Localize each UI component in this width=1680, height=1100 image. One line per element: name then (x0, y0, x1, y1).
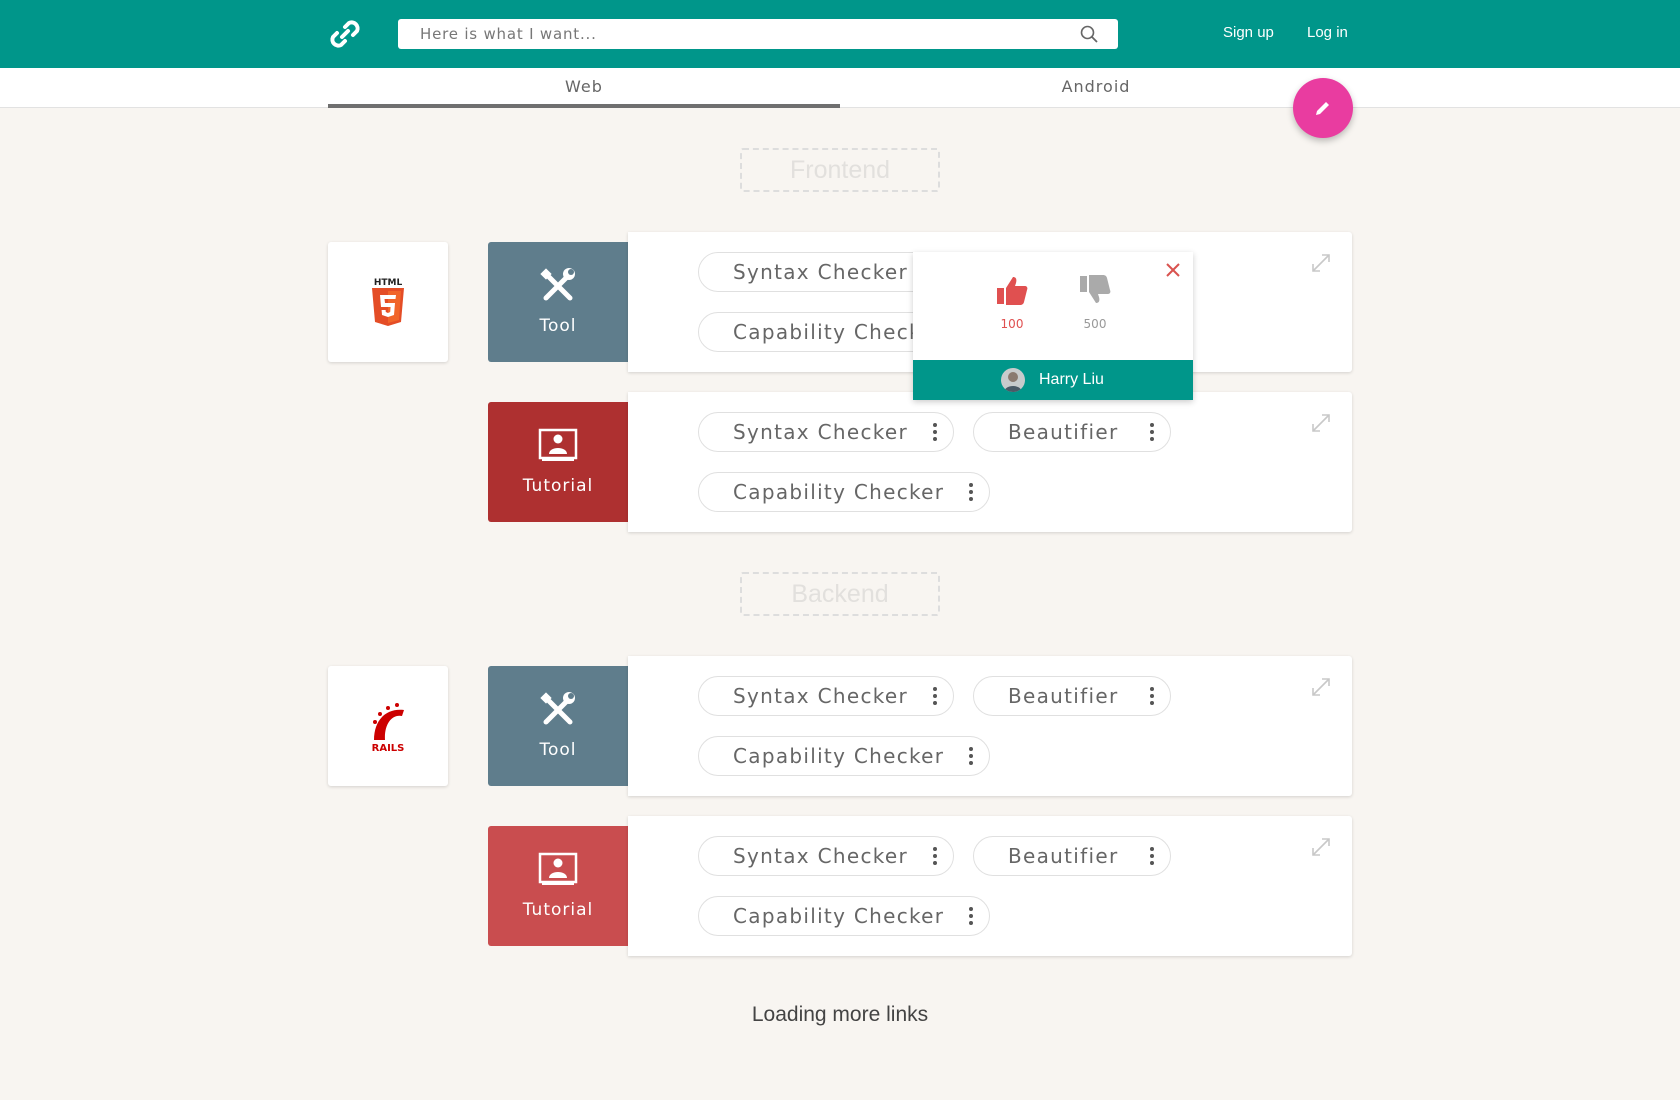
link-chip-syntax-checker[interactable]: Syntax Checker (698, 676, 954, 716)
rails-logo-tile[interactable]: RAILS (328, 666, 448, 786)
tab-android[interactable]: Android (840, 68, 1352, 108)
link-chip-beautifier[interactable]: Beautifier (973, 836, 1171, 876)
avatar (1001, 368, 1025, 392)
type-label: Tool (539, 740, 577, 760)
more-options-icon[interactable] (1150, 847, 1154, 867)
more-options-icon[interactable] (969, 483, 973, 503)
chip-label: Capability Checker (733, 904, 945, 928)
link-card: Syntax Checker Beautifier Capability Che… (628, 656, 1352, 796)
section-title-backend: Backend (740, 572, 940, 616)
link-chip-beautifier[interactable]: Beautifier (973, 412, 1171, 452)
author-bar[interactable]: Harry Liu (913, 360, 1193, 400)
html5-logo-text: HTML (374, 278, 403, 288)
expand-icon[interactable] (1310, 836, 1332, 858)
link-chip-capability-checker[interactable]: Capability Checker (698, 736, 990, 776)
tools-icon (540, 692, 575, 725)
link-logo-icon[interactable] (328, 17, 362, 51)
downvote-count: 500 (1083, 317, 1107, 331)
upvote-button[interactable]: 100 (987, 274, 1037, 331)
chip-label: Beautifier (1008, 844, 1119, 868)
link-chip-syntax-checker[interactable]: Syntax Checker (698, 412, 954, 452)
type-label: Tool (539, 316, 577, 336)
login-link[interactable]: Log in (1307, 24, 1348, 41)
rails-logo-icon: RAILS (372, 703, 405, 754)
category-tabs: Web Android (0, 68, 1680, 108)
tab-web[interactable]: Web (328, 68, 840, 108)
chip-label: Capability Checker (733, 480, 945, 504)
author-name: Harry Liu (1039, 371, 1104, 388)
loading-more-text: Loading more links (751, 1003, 929, 1026)
rails-logo-text: RAILS (372, 743, 405, 754)
type-tutorial-block[interactable]: Tutorial (488, 826, 628, 946)
more-options-icon[interactable] (933, 687, 937, 707)
tutorial-icon (538, 428, 578, 461)
vote-popup: 100 500 Harry Liu (913, 252, 1193, 400)
edit-fab-button[interactable] (1293, 78, 1353, 138)
type-label: Tutorial (522, 900, 594, 920)
link-card: Syntax Checker Beautifier Capability Che… (628, 816, 1352, 956)
chip-label: Syntax Checker (733, 260, 909, 284)
signup-link[interactable]: Sign up (1223, 24, 1274, 41)
html5-logo-icon: HTML (372, 278, 404, 326)
close-icon[interactable] (1165, 262, 1181, 278)
type-tutorial-block[interactable]: Tutorial (488, 402, 628, 522)
type-tool-block[interactable]: Tool (488, 666, 628, 786)
more-options-icon[interactable] (1150, 687, 1154, 707)
more-options-icon[interactable] (969, 907, 973, 927)
downvote-button[interactable]: 500 (1070, 274, 1120, 331)
search-input[interactable] (398, 19, 1038, 49)
type-label: Tutorial (522, 476, 594, 496)
tools-icon (540, 268, 575, 301)
more-options-icon[interactable] (1150, 423, 1154, 443)
html5-logo-tile[interactable]: HTML (328, 242, 448, 362)
expand-icon[interactable] (1310, 676, 1332, 698)
expand-icon[interactable] (1310, 252, 1332, 274)
search-icon[interactable] (1080, 25, 1098, 43)
top-bar: Sign up Log in (0, 0, 1680, 68)
link-chip-capability-checker[interactable]: Capability Checker (698, 896, 990, 936)
thumbs-up-icon (997, 277, 1028, 305)
more-options-icon[interactable] (933, 423, 937, 443)
section-title-frontend: Frontend (740, 148, 940, 192)
chip-label: Syntax Checker (733, 420, 909, 444)
upvote-count: 100 (1000, 317, 1024, 331)
more-options-icon[interactable] (933, 847, 937, 867)
more-options-icon[interactable] (969, 747, 973, 767)
chip-label: Syntax Checker (733, 844, 909, 868)
search-box (398, 19, 1118, 49)
chip-label: Beautifier (1008, 684, 1119, 708)
thumbs-down-icon (1080, 275, 1111, 303)
tutorial-icon (538, 852, 578, 885)
chip-label: Beautifier (1008, 420, 1119, 444)
link-card: Syntax Checker Beautifier Capability Che… (628, 392, 1352, 532)
type-tool-block[interactable]: Tool (488, 242, 628, 362)
link-chip-syntax-checker[interactable]: Syntax Checker (698, 836, 954, 876)
pencil-icon (1316, 102, 1329, 115)
expand-icon[interactable] (1310, 412, 1332, 434)
chip-label: Capability Checker (733, 744, 945, 768)
chip-label: Syntax Checker (733, 684, 909, 708)
link-chip-beautifier[interactable]: Beautifier (973, 676, 1171, 716)
link-chip-capability-checker[interactable]: Capability Checker (698, 472, 990, 512)
